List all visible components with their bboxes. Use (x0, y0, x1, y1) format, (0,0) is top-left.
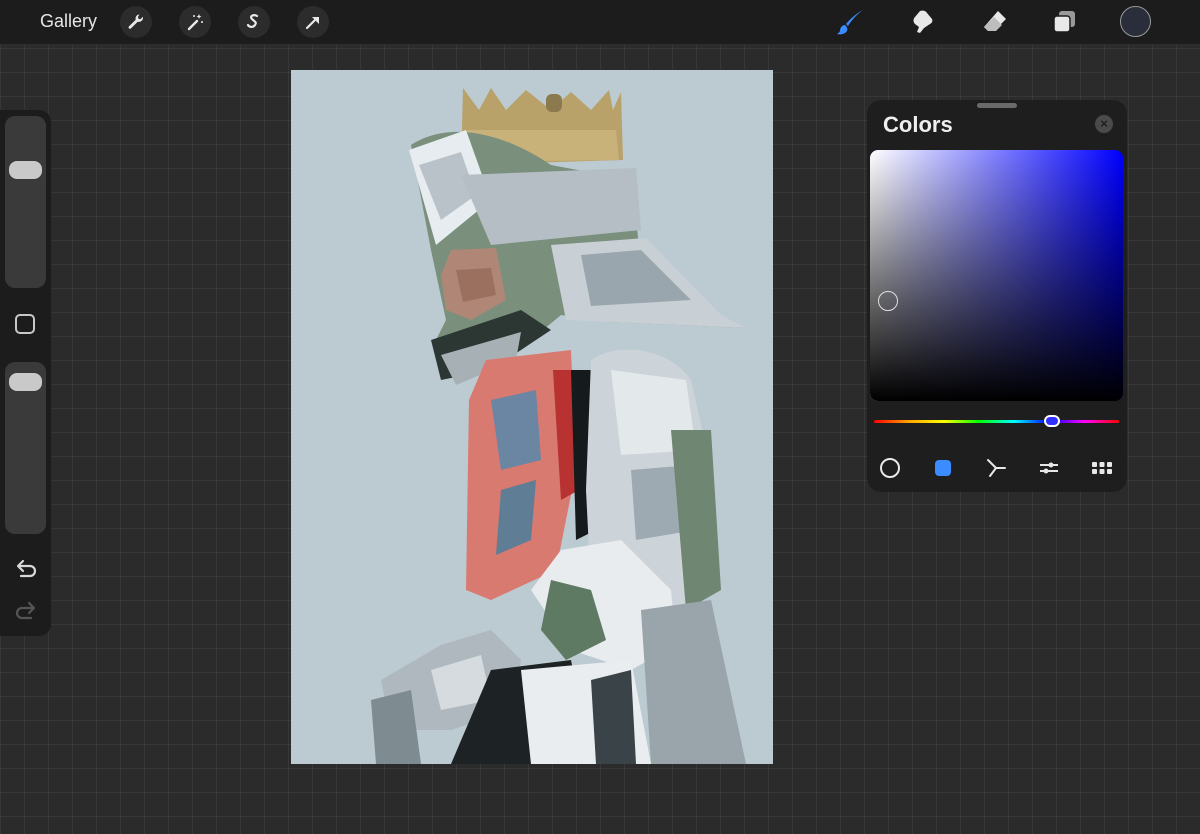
colors-panel: Colors × (867, 100, 1127, 492)
disc-icon (880, 458, 900, 478)
smudge-icon (913, 10, 933, 33)
panel-title: Colors (883, 112, 953, 137)
wrench-icon (128, 14, 143, 29)
layers-icon (1053, 11, 1075, 33)
drawing-canvas[interactable] (291, 70, 773, 764)
brush-tool-button[interactable] (834, 5, 868, 39)
redo-button[interactable] (12, 599, 40, 623)
panel-drag-handle[interactable] (977, 103, 1017, 108)
magic-wand-icon (187, 14, 203, 31)
modify-button[interactable] (15, 314, 35, 334)
smudge-tool-button[interactable] (906, 5, 940, 39)
left-sidebar (0, 110, 51, 636)
tab-disc[interactable] (878, 456, 902, 480)
close-icon[interactable]: × (1095, 115, 1113, 133)
current-color-button[interactable] (1120, 6, 1151, 37)
tab-palettes[interactable] (1090, 456, 1114, 480)
saturation-brightness-picker[interactable] (870, 150, 1123, 401)
hue-slider-thumb[interactable] (1044, 415, 1060, 427)
opacity-thumb[interactable] (9, 373, 42, 392)
black-gradient (870, 150, 1123, 401)
brush-size-slider[interactable] (5, 116, 46, 288)
eraser-tool-button[interactable] (978, 5, 1012, 39)
palettes-grid-icon (1092, 462, 1112, 474)
selection-button[interactable] (238, 6, 270, 38)
selection-icon (246, 14, 259, 28)
color-picker-ring[interactable] (878, 291, 898, 311)
transform-arrow-icon (305, 16, 319, 30)
hue-slider-track[interactable] (874, 420, 1119, 423)
brush-icon (837, 10, 863, 35)
tab-classic[interactable] (931, 456, 955, 480)
classic-icon (935, 460, 951, 476)
knight-painting (371, 88, 746, 764)
brush-size-thumb[interactable] (9, 160, 42, 179)
redo-icon (15, 601, 36, 620)
harmony-icon (987, 459, 1006, 477)
sliders-icon (1040, 462, 1058, 474)
actions-button[interactable] (120, 6, 152, 38)
tab-value[interactable] (1037, 456, 1061, 480)
undo-icon (16, 559, 37, 578)
top-toolbar: Gallery (0, 0, 1200, 45)
undo-button[interactable] (12, 557, 40, 581)
layers-button[interactable] (1048, 5, 1082, 39)
transform-button[interactable] (297, 6, 329, 38)
opacity-slider[interactable] (5, 362, 46, 534)
eraser-icon (984, 11, 1006, 31)
tab-harmony[interactable] (984, 456, 1008, 480)
adjustments-button[interactable] (179, 6, 211, 38)
gallery-button[interactable]: Gallery (40, 11, 97, 32)
